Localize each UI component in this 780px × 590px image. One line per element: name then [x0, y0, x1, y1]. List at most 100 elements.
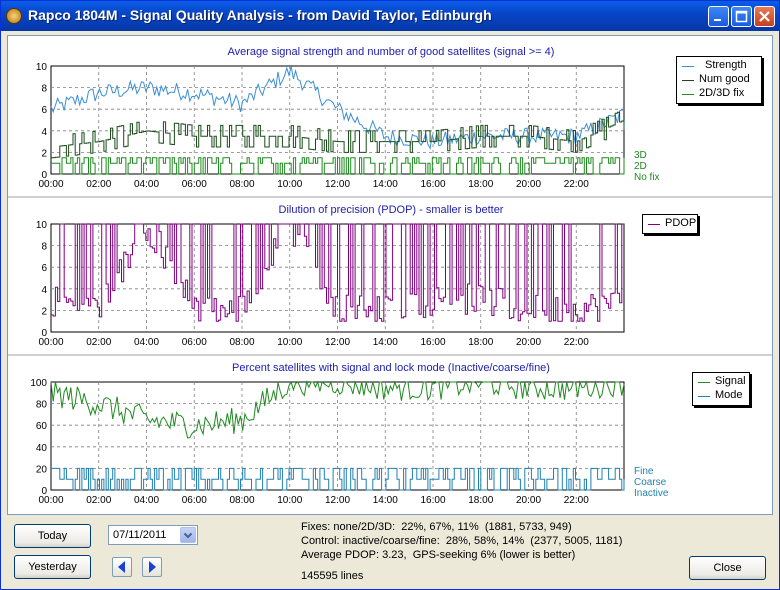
percent-x-tick-label: 12:00: [325, 495, 350, 506]
percent-y-tick-label: 20: [36, 464, 48, 475]
fixes-stat: Fixes: none/2D/3D: 22%, 67%, 11% (1881, …: [301, 521, 572, 533]
pdop-x-tick-label: 16:00: [420, 337, 445, 348]
pdop-x-tick-label: 10:00: [277, 337, 302, 348]
pdop-x-tick-label: 14:00: [373, 337, 398, 348]
pdop-y-tick-label: 2: [41, 306, 47, 317]
signal-x-tick-label: 06:00: [182, 179, 207, 190]
app-icon[interactable]: [6, 8, 22, 24]
legend-swatch: [682, 94, 694, 95]
percent-x-tick-label: 16:00: [420, 495, 445, 506]
signal-x-tick-label: 18:00: [468, 179, 493, 190]
percent-x-tick-label: 02:00: [86, 495, 111, 506]
signal-y-tick-label: 2: [41, 148, 47, 159]
legend-item-signal: Signal: [693, 375, 749, 389]
pdop-x-tick-label: 00:00: [38, 337, 63, 348]
percent-x-tick-label: 08:00: [229, 495, 254, 506]
pdop-x-tick-label: 04:00: [134, 337, 159, 348]
date-value: 07/11/2011: [113, 529, 167, 541]
window-title: Rapco 1804M - Signal Quality Analysis - …: [28, 7, 492, 23]
pdop-y-tick-label: 8: [41, 242, 47, 253]
signal-x-tick-label: 02:00: [86, 179, 111, 190]
close-icon: [759, 11, 770, 22]
minimize-button[interactable]: [708, 6, 729, 27]
maximize-icon: [735, 10, 748, 23]
pdop-stat: Average PDOP: 3.23, GPS-seeking 6% (lowe…: [301, 549, 576, 561]
yesterday-label: Yesterday: [28, 561, 77, 573]
yesterday-button[interactable]: Yesterday: [14, 555, 91, 579]
pdop-x-tick-label: 02:00: [86, 337, 111, 348]
legend-label: Signal: [715, 375, 746, 387]
legend-label: Num good: [699, 73, 750, 85]
previous-day-button[interactable]: [112, 557, 132, 577]
legend-swatch: [682, 66, 694, 67]
signal-legend: Strength Num good 2D/3D fix: [676, 56, 762, 104]
signal-x-tick-label: 16:00: [420, 179, 445, 190]
signal-x-tick-label: 00:00: [38, 179, 63, 190]
pdop-x-tick-label: 18:00: [468, 337, 493, 348]
date-picker[interactable]: 07/11/2011: [108, 525, 198, 545]
pdop-x-tick-label: 08:00: [229, 337, 254, 348]
date-dropdown-button[interactable]: [180, 527, 196, 543]
percent-x-tick-label: 22:00: [564, 495, 589, 506]
percent-y-tick-label: 100: [30, 378, 47, 389]
maximize-button[interactable]: [731, 6, 752, 27]
close-window-button[interactable]: [754, 6, 775, 27]
today-button[interactable]: Today: [14, 524, 91, 548]
percent-mode-label: Coarse: [634, 477, 667, 488]
pdop-series-pdop: [51, 223, 624, 322]
pdop-y-tick-label: 6: [41, 263, 47, 274]
signal-x-tick-label: 10:00: [277, 179, 302, 190]
lines-count: 145595 lines: [301, 570, 364, 582]
signal-x-tick-label: 08:00: [229, 179, 254, 190]
percent-x-tick-label: 14:00: [373, 495, 398, 506]
legend-item-num-good: Num good: [677, 73, 761, 87]
pdop-x-tick-label: 06:00: [182, 337, 207, 348]
legend-swatch: [682, 80, 694, 81]
next-day-button[interactable]: [142, 557, 162, 577]
signal-y-tick-label: 4: [41, 127, 47, 138]
percent-x-tick-label: 06:00: [182, 495, 207, 506]
legend-label: Strength: [705, 59, 747, 71]
percent-y-tick-label: 40: [36, 443, 48, 454]
pdop-x-tick-label: 22:00: [564, 337, 589, 348]
arrow-left-icon: [118, 561, 125, 573]
control-stat: Control: inactive/coarse/fine: 28%, 58%,…: [301, 535, 623, 547]
minimize-icon: [714, 19, 721, 21]
signal-mode-label: No fix: [634, 172, 660, 183]
legend-swatch: [698, 382, 710, 383]
pdop-x-tick-label: 20:00: [516, 337, 541, 348]
legend-swatch: [648, 224, 660, 225]
signal-x-tick-label: 04:00: [134, 179, 159, 190]
signal-mode-label: 2D: [634, 161, 647, 172]
signal-y-tick-label: 8: [41, 84, 47, 95]
percent-y-tick-label: 60: [36, 421, 48, 432]
app-window: Rapco 1804M - Signal Quality Analysis - …: [0, 0, 780, 590]
legend-label: PDOP: [665, 217, 697, 229]
title-bar[interactable]: Rapco 1804M - Signal Quality Analysis - …: [1, 1, 779, 31]
signal-y-tick-label: 6: [41, 105, 47, 116]
close-label: Close: [713, 562, 742, 574]
percent-mode-label: Fine: [634, 466, 654, 477]
legend-item-strength: Strength: [677, 59, 761, 73]
percent-x-tick-label: 04:00: [134, 495, 159, 506]
legend-item-mode: Mode: [693, 389, 749, 403]
charts-canvas: 024681000:00 02:00 04:00 06:00 08:00 10:00 12:…: [8, 62, 772, 506]
legend-swatch: [698, 396, 710, 397]
percent-y-tick-label: 80: [36, 400, 48, 411]
arrow-right-icon: [149, 561, 156, 573]
percent-legend: Signal Mode: [692, 372, 750, 406]
signal-x-tick-label: 14:00: [373, 179, 398, 190]
close-button[interactable]: Close: [689, 556, 766, 580]
signal-series-2d-3d-fix: [51, 157, 625, 175]
plot-area: Average signal strength and number of go…: [7, 35, 773, 515]
today-label: Today: [37, 530, 68, 542]
legend-label: 2D/3D fix: [699, 87, 745, 99]
legend-item-pdop: PDOP: [643, 217, 697, 231]
signal-mode-label: 3D: [634, 150, 647, 161]
percent-mode-label: Inactive: [634, 488, 669, 499]
percent-x-tick-label: 20:00: [516, 495, 541, 506]
percent-x-tick-label: 00:00: [38, 495, 63, 506]
signal-y-tick-label: 10: [36, 62, 48, 73]
pdop-legend: PDOP: [642, 214, 698, 234]
percent-x-tick-label: 10:00: [277, 495, 302, 506]
